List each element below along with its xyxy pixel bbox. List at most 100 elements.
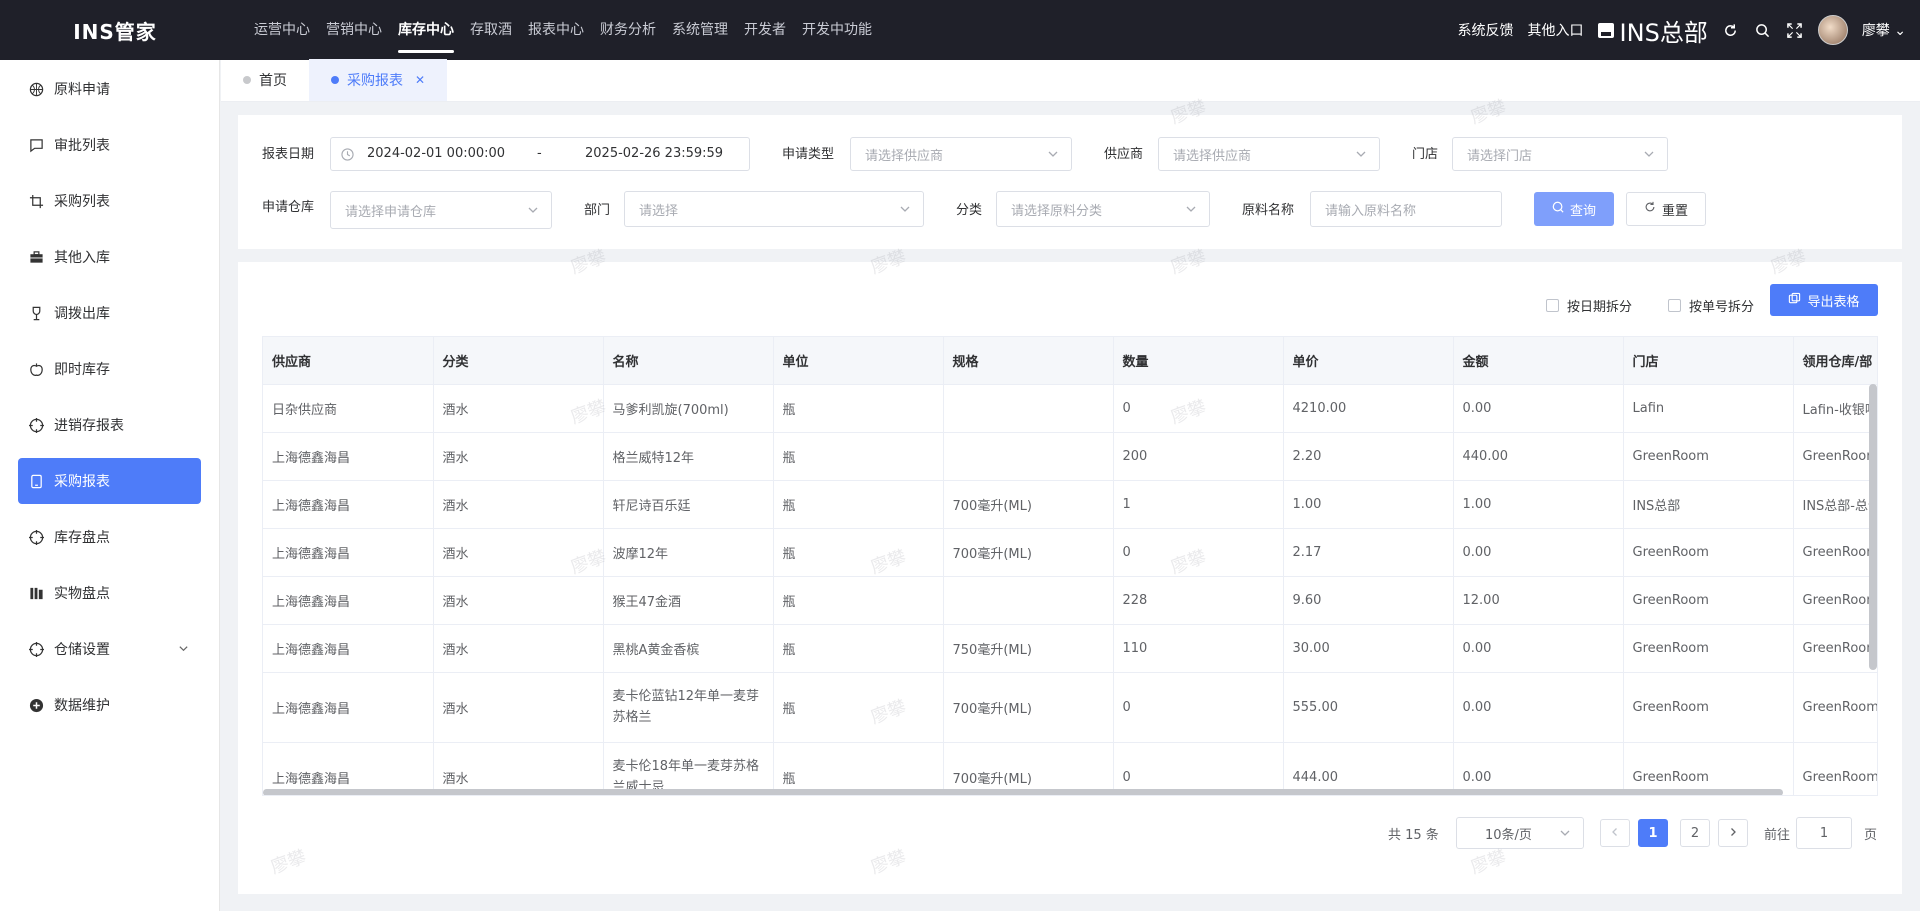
top-navbar: INS管家 运营中心 营销中心 库存中心 存取酒 报表中心 财务分析 系统管理 … <box>0 0 1920 60</box>
chevron-left-icon <box>1610 826 1620 841</box>
cell-category: 酒水 <box>433 742 604 795</box>
table-row[interactable]: 上海德鑫海昌 酒水 黑桃A黄金香槟 瓶 750毫升(ML) 110 30.00 … <box>263 624 1877 673</box>
column-header-warehouse[interactable]: 领用仓库/部 <box>1793 337 1877 385</box>
refresh-icon[interactable] <box>1722 21 1740 39</box>
cell-unit: 瓶 <box>773 672 944 743</box>
apply-type-select[interactable]: 请选择供应商 <box>850 137 1072 171</box>
page-size-select[interactable]: 10条/页 <box>1456 817 1584 849</box>
dept-select[interactable]: 请选择 <box>624 191 924 227</box>
column-header-name[interactable]: 名称 <box>603 337 774 385</box>
category-select[interactable]: 请选择原料分类 <box>996 191 1210 227</box>
nav-item-system[interactable]: 系统管理 <box>664 0 736 60</box>
next-page-button[interactable] <box>1718 819 1748 847</box>
date-end-input[interactable]: 2025-02-26 23:59:59 <box>585 146 723 161</box>
store-select[interactable]: 请选择门店 <box>1452 137 1668 171</box>
fullscreen-icon[interactable] <box>1786 21 1804 39</box>
column-header-quantity[interactable]: 数量 <box>1113 337 1284 385</box>
column-header-supplier[interactable]: 供应商 <box>263 337 434 385</box>
cell-category: 酒水 <box>433 672 604 743</box>
other-entry-link[interactable]: 其他入口 <box>1528 20 1584 40</box>
report-date-range-picker[interactable]: 2024-02-01 00:00:00 - 2025-02-26 23:59:5… <box>330 137 750 171</box>
store-name: INS总部 <box>1619 18 1708 47</box>
sidebar-item-realtime-stock[interactable]: 即时库存 <box>18 346 201 392</box>
table-row[interactable]: 上海德鑫海昌 酒水 格兰威特12年 瓶 200 2.20 440.00 Gree… <box>263 432 1877 481</box>
sidebar-item-physical-count[interactable]: 实物盘点 <box>18 570 201 616</box>
nav-item-inventory[interactable]: 库存中心 <box>390 0 462 60</box>
nav-item-reports[interactable]: 报表中心 <box>520 0 592 60</box>
nav-item-developer[interactable]: 开发者 <box>736 0 794 60</box>
column-header-store[interactable]: 门店 <box>1623 337 1794 385</box>
store-switcher[interactable]: INS总部 <box>1597 13 1708 48</box>
sidebar-item-label: 即时库存 <box>54 362 110 378</box>
table-row[interactable]: 上海德鑫海昌 酒水 麦卡伦蓝钻12年单一麦芽苏格兰 瓶 700毫升(ML) 0 … <box>263 672 1877 743</box>
sidebar-item-approval-list[interactable]: 审批列表 <box>18 122 201 168</box>
warehouse-select[interactable]: 请选择申请仓库 <box>330 191 552 229</box>
column-header-category[interactable]: 分类 <box>433 337 604 385</box>
nav-item-wine-storage[interactable]: 存取酒 <box>462 0 520 60</box>
purchase-report-table[interactable]: 供应商 分类 名称 单位 规格 数量 单价 金额 门店 领用仓库/部 日杂供应商… <box>262 336 1878 796</box>
table-row[interactable]: 上海德鑫海昌 酒水 波摩12年 瓶 700毫升(ML) 0 2.17 0.00 … <box>263 528 1877 577</box>
app-logo[interactable]: INS管家 <box>0 16 230 45</box>
cell-unit-price: 2.20 <box>1283 432 1454 481</box>
page-tabs: 首页 采购报表 ✕ <box>221 59 1920 102</box>
tab-purchase-report[interactable]: 采购报表 ✕ <box>309 59 448 101</box>
tablet-icon <box>28 473 44 489</box>
search-icon[interactable] <box>1754 21 1772 39</box>
prev-page-button[interactable] <box>1600 819 1630 847</box>
aim-icon <box>28 529 44 545</box>
cell-warehouse: GreenRoom <box>1793 624 1877 673</box>
page-button-2[interactable]: 2 <box>1680 819 1710 847</box>
supplier-select[interactable]: 请选择供应商 <box>1158 137 1380 171</box>
sidebar-item-material-request[interactable]: 原料申请 <box>18 66 201 112</box>
column-header-unit-price[interactable]: 单价 <box>1283 337 1454 385</box>
tab-home[interactable]: 首页 <box>221 59 309 101</box>
material-name-placeholder: 请输入原料名称 <box>1325 203 1417 219</box>
export-icon <box>1788 292 1801 309</box>
export-button[interactable]: 导出表格 <box>1770 284 1878 316</box>
column-header-spec[interactable]: 规格 <box>943 337 1114 385</box>
sidebar-item-stock-check[interactable]: 库存盘点 <box>18 514 201 560</box>
cell-spec <box>943 384 1114 433</box>
horizontal-scrollbar[interactable] <box>263 789 1783 795</box>
column-header-unit[interactable]: 单位 <box>773 337 944 385</box>
page-button-1[interactable]: 1 <box>1638 819 1668 847</box>
cell-quantity: 110 <box>1113 624 1284 673</box>
sidebar-item-purchase-report[interactable]: 采购报表 <box>18 458 201 504</box>
sidebar-item-warehouse-settings[interactable]: 仓储设置 <box>18 626 201 672</box>
nav-item-dev-features[interactable]: 开发中功能 <box>794 0 880 60</box>
table-row[interactable]: 日杂供应商 酒水 马爹利凯旋(700ml) 瓶 0 4210.00 0.00 L… <box>263 384 1877 433</box>
nav-item-finance[interactable]: 财务分析 <box>592 0 664 60</box>
nav-item-operations[interactable]: 运营中心 <box>246 0 318 60</box>
nav-item-marketing[interactable]: 营销中心 <box>318 0 390 60</box>
sidebar-item-transfer-out[interactable]: 调拨出库 <box>18 290 201 336</box>
cell-unit: 瓶 <box>773 384 944 433</box>
suitcase-icon <box>28 249 44 265</box>
table-row[interactable]: 上海德鑫海昌 酒水 猴王47金酒 瓶 228 9.60 12.00 GreenR… <box>263 576 1877 625</box>
plus-circle-icon <box>28 697 44 713</box>
sidebar-item-data-maintenance[interactable]: 数据维护 <box>18 682 201 728</box>
split-by-date-checkbox[interactable]: 按日期拆分 <box>1546 296 1632 315</box>
close-icon[interactable]: ✕ <box>415 73 425 87</box>
feedback-link[interactable]: 系统反馈 <box>1458 20 1514 40</box>
sidebar-item-purchase-list[interactable]: 采购列表 <box>18 178 201 224</box>
query-button[interactable]: 查询 <box>1534 192 1614 226</box>
sidebar-item-other-inbound[interactable]: 其他入库 <box>18 234 201 280</box>
cell-spec <box>943 432 1114 481</box>
tab-label: 首页 <box>259 73 287 89</box>
vertical-scrollbar[interactable] <box>1869 384 1877 670</box>
column-header-amount[interactable]: 金额 <box>1453 337 1624 385</box>
sidebar-item-stock-report[interactable]: 进销存报表 <box>18 402 201 448</box>
reset-button[interactable]: 重置 <box>1626 192 1706 226</box>
cell-unit-price: 4210.00 <box>1283 384 1454 433</box>
category-label: 分类 <box>956 203 983 218</box>
material-name-input[interactable]: 请输入原料名称 <box>1310 191 1502 227</box>
avatar[interactable] <box>1817 15 1848 45</box>
table-row[interactable]: 上海德鑫海昌 酒水 轩尼诗百乐廷 瓶 700毫升(ML) 1 1.00 1.00… <box>263 480 1877 529</box>
date-start-input[interactable]: 2024-02-01 00:00:00 <box>367 146 505 161</box>
goto-label: 前往 <box>1764 828 1791 843</box>
goto-page-input[interactable]: 1 <box>1796 817 1852 849</box>
split-by-order-checkbox[interactable]: 按单号拆分 <box>1668 296 1754 315</box>
cell-warehouse: GreenRoom <box>1793 672 1877 743</box>
table-row[interactable]: 上海德鑫海昌 酒水 麦卡伦18年单一麦芽苏格兰威士忌 瓶 700毫升(ML) 0… <box>263 742 1877 795</box>
user-menu[interactable]: 廖攀 ⌄ <box>1862 20 1906 40</box>
